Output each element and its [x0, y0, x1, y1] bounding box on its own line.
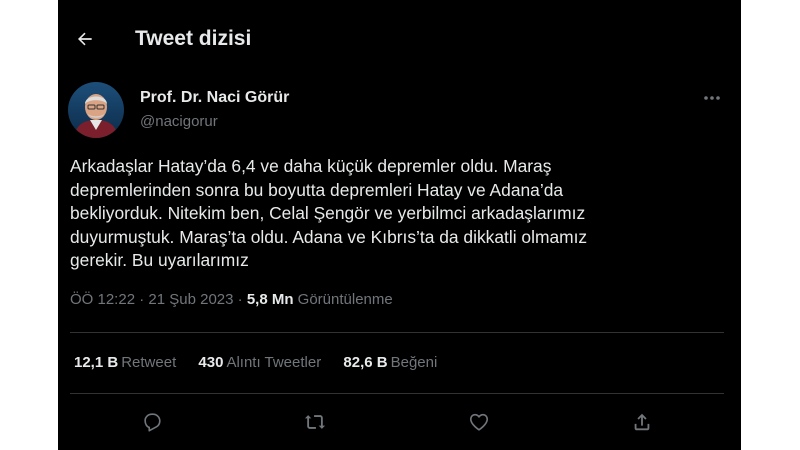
tweet-date[interactable]: 21 Şub 2023: [148, 291, 233, 308]
retweets-count: 12,1 B: [74, 354, 119, 371]
page-title: Tweet dizisi: [135, 27, 252, 50]
avatar-image: [68, 82, 124, 138]
arrow-left-icon: [78, 32, 92, 46]
author-handle[interactable]: @nacigorur: [140, 113, 218, 130]
tweet-meta: ÖÖ 12:22 · 21 Şub 2023 · 5,8 Mn Görüntül…: [70, 291, 393, 308]
retweet-icon: [304, 415, 326, 429]
quotes-label: Alıntı Tweetler: [226, 354, 322, 371]
back-button[interactable]: [68, 22, 102, 56]
likes-label: Beğeni: [390, 354, 438, 371]
share-icon: [634, 413, 650, 431]
share-button[interactable]: [625, 405, 659, 439]
tweet-thread-panel: Tweet dizisi Prof. Dr. Naci Görür @nacig…: [58, 0, 741, 450]
meta-separator: ·: [139, 291, 145, 308]
reply-button[interactable]: [135, 405, 169, 439]
tweet-text-line: bekliyorduk. Nitekim ben, Celal Şengör v…: [70, 203, 586, 223]
tweet-text-line: duyurmuştuk. Maraş’ta oldu. Adana ve Kıb…: [70, 226, 588, 247]
like-icon: [469, 413, 489, 431]
tweet-text-line: Arkadaşlar Hatay’da 6,4 ve daha küçük de…: [70, 156, 552, 176]
more-dots-icon: [704, 96, 720, 100]
header: Tweet dizisi: [58, 22, 741, 58]
tweet-text-line: gerekir. Bu uyarılarımız: [70, 250, 249, 270]
views-label: Görüntülenme: [297, 291, 393, 308]
tweet-text: Arkadaşlar Hatay’da 6,4 ve daha küçük de…: [70, 155, 710, 273]
tweet-text-line: depremlerinden sonra bu boyutta depremle…: [70, 179, 564, 200]
divider: [70, 393, 724, 394]
like-button[interactable]: [462, 405, 496, 439]
avatar[interactable]: [68, 82, 124, 138]
quotes-stat[interactable]: 430 Alıntı Tweetler: [198, 354, 321, 371]
views-count: 5,8 Mn: [246, 291, 294, 308]
retweets-label: Retweet: [121, 354, 177, 371]
likes-stat[interactable]: 82,6 B Beğeni: [343, 354, 437, 371]
reply-icon: [144, 413, 161, 432]
retweets-stat[interactable]: 12,1 B Retweet: [74, 354, 176, 371]
action-bar: [58, 405, 741, 439]
tweet-time[interactable]: ÖÖ 12:22: [70, 291, 135, 308]
likes-count: 82,6 B: [343, 354, 388, 371]
meta-separator: ·: [237, 291, 243, 308]
more-options-button[interactable]: [701, 89, 723, 107]
divider: [70, 332, 724, 333]
quotes-count: 430: [198, 354, 224, 371]
engagement-stats: 12,1 B Retweet 430 Alıntı Tweetler 82,6 BB…: [74, 354, 455, 371]
author-name[interactable]: Prof. Dr. Naci Görür: [140, 89, 289, 107]
retweet-button[interactable]: [298, 405, 332, 439]
